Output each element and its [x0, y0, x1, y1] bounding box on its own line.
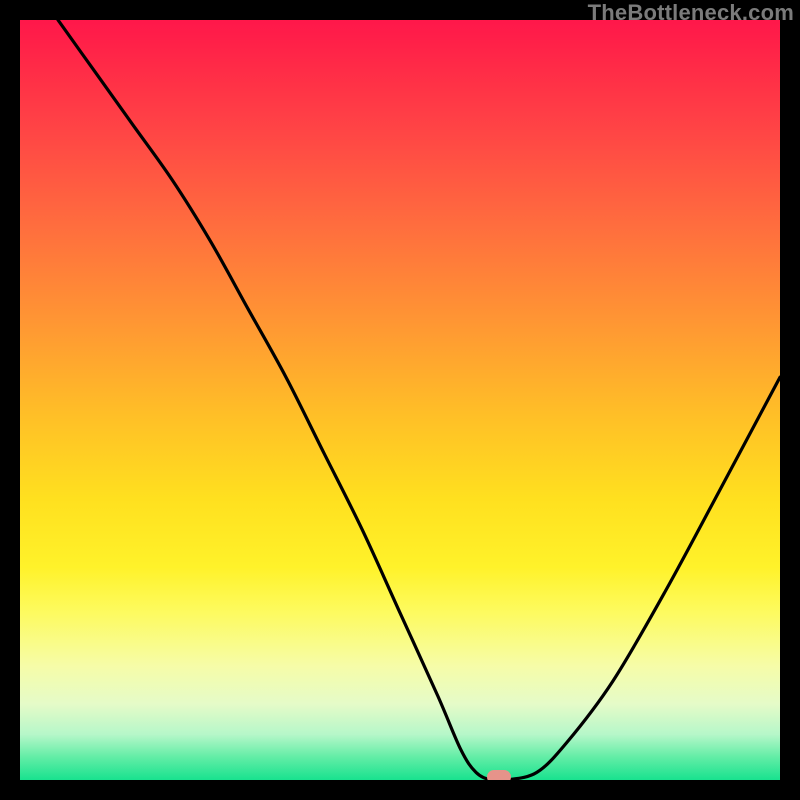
- bottleneck-curve: [20, 20, 780, 780]
- plot-area: [20, 20, 780, 780]
- chart-frame: TheBottleneck.com: [0, 0, 800, 800]
- optimum-marker: [487, 770, 511, 780]
- watermark-text: TheBottleneck.com: [588, 0, 794, 26]
